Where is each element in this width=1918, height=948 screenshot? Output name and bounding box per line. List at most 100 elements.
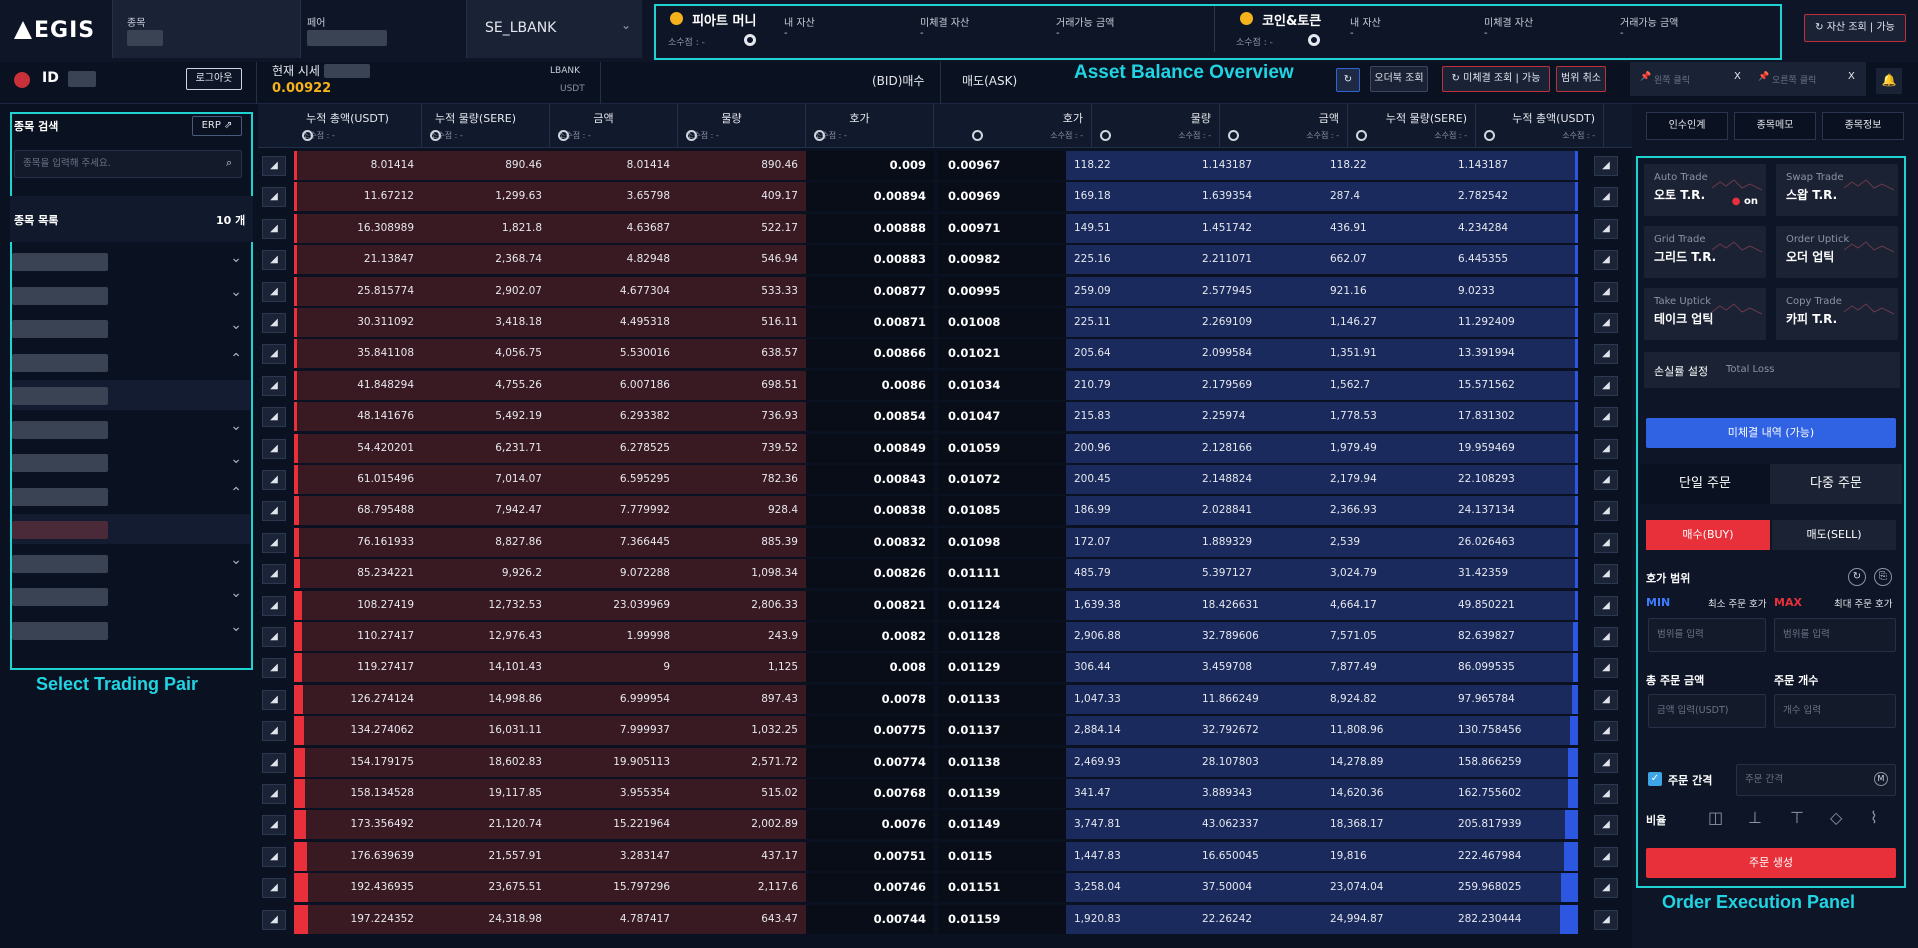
ask-action-button[interactable]: ◢	[1594, 784, 1618, 804]
strategy-card[interactable]: Swap Trade 스왑 T.R.	[1776, 164, 1898, 216]
strategy-card[interactable]: Order Uptick 오더 업틱	[1776, 226, 1898, 278]
bid-action-button[interactable]: ◢	[262, 218, 286, 239]
chevron-down-icon[interactable]: ⌄	[230, 317, 242, 333]
ask-action-button[interactable]: ◢	[1594, 689, 1618, 710]
bid-price[interactable]: 0.00888	[806, 213, 934, 244]
ask-price[interactable]: 0.01098	[938, 527, 1066, 558]
bid-action-button[interactable]: ◢	[262, 407, 286, 428]
gear-icon[interactable]	[1484, 130, 1495, 141]
ratio-increase-icon[interactable]: ⊥	[1748, 808, 1762, 827]
ratio-custom-icon[interactable]: ⌇	[1870, 808, 1878, 827]
ask-price[interactable]: 0.01133	[938, 684, 1066, 715]
strategy-card[interactable]: Copy Trade 카피 T.R.	[1776, 288, 1898, 340]
bid-price[interactable]: 0.00883	[806, 244, 934, 275]
bid-action-button[interactable]: ◢	[262, 752, 286, 773]
ask-action-button[interactable]: ◢	[1594, 313, 1618, 333]
ask-action-button[interactable]: ◢	[1594, 156, 1618, 176]
bid-action-button[interactable]: ◢	[262, 721, 286, 742]
bid-price[interactable]: 0.0076	[806, 809, 934, 840]
fiat-settings-gear-icon[interactable]	[744, 34, 756, 46]
unfilled-query-button[interactable]: ↻ 미체결 조회 | 가능	[1442, 66, 1550, 92]
ask-action-button[interactable]: ◢	[1594, 815, 1618, 836]
bid-action-button[interactable]: ◢	[262, 595, 286, 616]
ask-price[interactable]: 0.01159	[938, 904, 1066, 935]
gear-icon[interactable]	[558, 130, 569, 141]
ask-price[interactable]: 0.00982	[938, 244, 1066, 275]
pair-list-item[interactable]: ⌄	[12, 548, 250, 578]
bid-price[interactable]: 0.00744	[806, 904, 934, 935]
ask-price[interactable]: 0.01139	[938, 778, 1066, 809]
ask-action-button[interactable]: ◢	[1594, 375, 1618, 396]
bid-action-button[interactable]: ◢	[262, 344, 286, 365]
bid-price[interactable]: 0.00866	[806, 338, 934, 369]
bid-action-button[interactable]: ◢	[262, 689, 286, 710]
gear-icon[interactable]	[1100, 130, 1111, 141]
pair-list-item[interactable]: ⌄	[12, 280, 250, 310]
info-tab[interactable]: 종목정보	[1822, 112, 1904, 140]
info-tab[interactable]: 종목메모	[1734, 112, 1816, 140]
ask-price[interactable]: 0.01138	[938, 747, 1066, 778]
ratio-split-icon[interactable]: ◫	[1708, 808, 1723, 827]
chevron-down-icon[interactable]: ⌄	[230, 418, 242, 434]
bid-price[interactable]: 0.00871	[806, 307, 934, 338]
pair-list-item[interactable]: ⌄	[12, 615, 250, 645]
search-input[interactable]: 종목을 입력해 주세요.	[14, 150, 242, 178]
close-icon[interactable]: X	[1734, 71, 1741, 82]
ratio-diamond-icon[interactable]: ◇	[1830, 808, 1842, 827]
ask-action-button[interactable]: ◢	[1594, 344, 1618, 365]
bid-action-button[interactable]: ◢	[262, 470, 286, 490]
bid-action-button[interactable]: ◢	[262, 501, 286, 522]
ask-price[interactable]: 0.01128	[938, 621, 1066, 652]
ask-action-button[interactable]: ◢	[1594, 438, 1618, 459]
ask-action-button[interactable]: ◢	[1594, 909, 1618, 930]
ask-price[interactable]: 0.01137	[938, 715, 1066, 746]
ask-action-button[interactable]: ◢	[1594, 501, 1618, 522]
interval-input[interactable]: 주문 간격	[1736, 764, 1896, 796]
bid-action-button[interactable]: ◢	[262, 375, 286, 396]
ask-action-button[interactable]: ◢	[1594, 187, 1618, 208]
pair-list-item[interactable]: ⌄	[12, 313, 250, 343]
gear-icon[interactable]	[814, 130, 825, 141]
ask-price[interactable]: 0.01124	[938, 590, 1066, 621]
ask-price[interactable]: 0.01047	[938, 401, 1066, 432]
erp-button[interactable]: ERP ⇗	[192, 116, 242, 136]
bid-action-button[interactable]: ◢	[262, 784, 286, 804]
bid-price[interactable]: 0.00838	[806, 495, 934, 526]
bid-action-button[interactable]: ◢	[262, 187, 286, 208]
gear-icon[interactable]	[302, 130, 313, 141]
pair-list-item[interactable]: ⌄	[12, 581, 250, 611]
gear-icon[interactable]	[1356, 130, 1367, 141]
tab-right-click[interactable]: 📌 오른쪽 클릭 X	[1748, 62, 1866, 96]
gear-icon[interactable]	[972, 130, 983, 141]
ask-price[interactable]: 0.00967	[938, 150, 1066, 181]
chevron-down-icon[interactable]: ⌄	[230, 619, 242, 635]
ask-price[interactable]: 0.01034	[938, 370, 1066, 401]
tab-single-order[interactable]: 단일 주문	[1640, 464, 1770, 504]
bid-price[interactable]: 0.009	[806, 150, 934, 181]
ask-price[interactable]: 0.01151	[938, 872, 1066, 903]
orderbook-query-button[interactable]: 오더북 조회	[1370, 66, 1428, 92]
max-range-input[interactable]: 범위를 입력	[1774, 618, 1896, 652]
ask-action-button[interactable]: ◢	[1594, 721, 1618, 742]
ask-action-button[interactable]: ◢	[1594, 218, 1618, 239]
create-order-button[interactable]: 주문 생성	[1646, 848, 1896, 878]
cancel-range-button[interactable]: 범위 취소	[1556, 66, 1606, 92]
ask-price[interactable]: 0.01008	[938, 307, 1066, 338]
pair-list-item[interactable]: ⌄	[12, 414, 250, 444]
bid-action-button[interactable]: ◢	[262, 156, 286, 176]
bid-price[interactable]: 0.00843	[806, 464, 934, 495]
ask-price[interactable]: 0.01129	[938, 652, 1066, 683]
ask-price[interactable]: 0.0115	[938, 841, 1066, 872]
ask-action-button[interactable]: ◢	[1594, 407, 1618, 428]
ask-price[interactable]: 0.01085	[938, 495, 1066, 526]
logout-button[interactable]: 로그아웃	[186, 68, 242, 90]
bid-action-button[interactable]: ◢	[262, 815, 286, 836]
bid-action-button[interactable]: ◢	[262, 909, 286, 930]
chevron-down-icon[interactable]: ⌄	[230, 250, 242, 266]
gear-icon[interactable]	[686, 130, 697, 141]
pair-list-item[interactable]: ⌃	[12, 481, 250, 511]
unfilled-history-button[interactable]: 미체결 내역 (가능)	[1646, 418, 1896, 448]
info-tab[interactable]: 인수인계	[1646, 112, 1728, 140]
interval-checkbox[interactable]: ✓	[1648, 772, 1662, 786]
ask-action-button[interactable]: ◢	[1594, 658, 1618, 679]
